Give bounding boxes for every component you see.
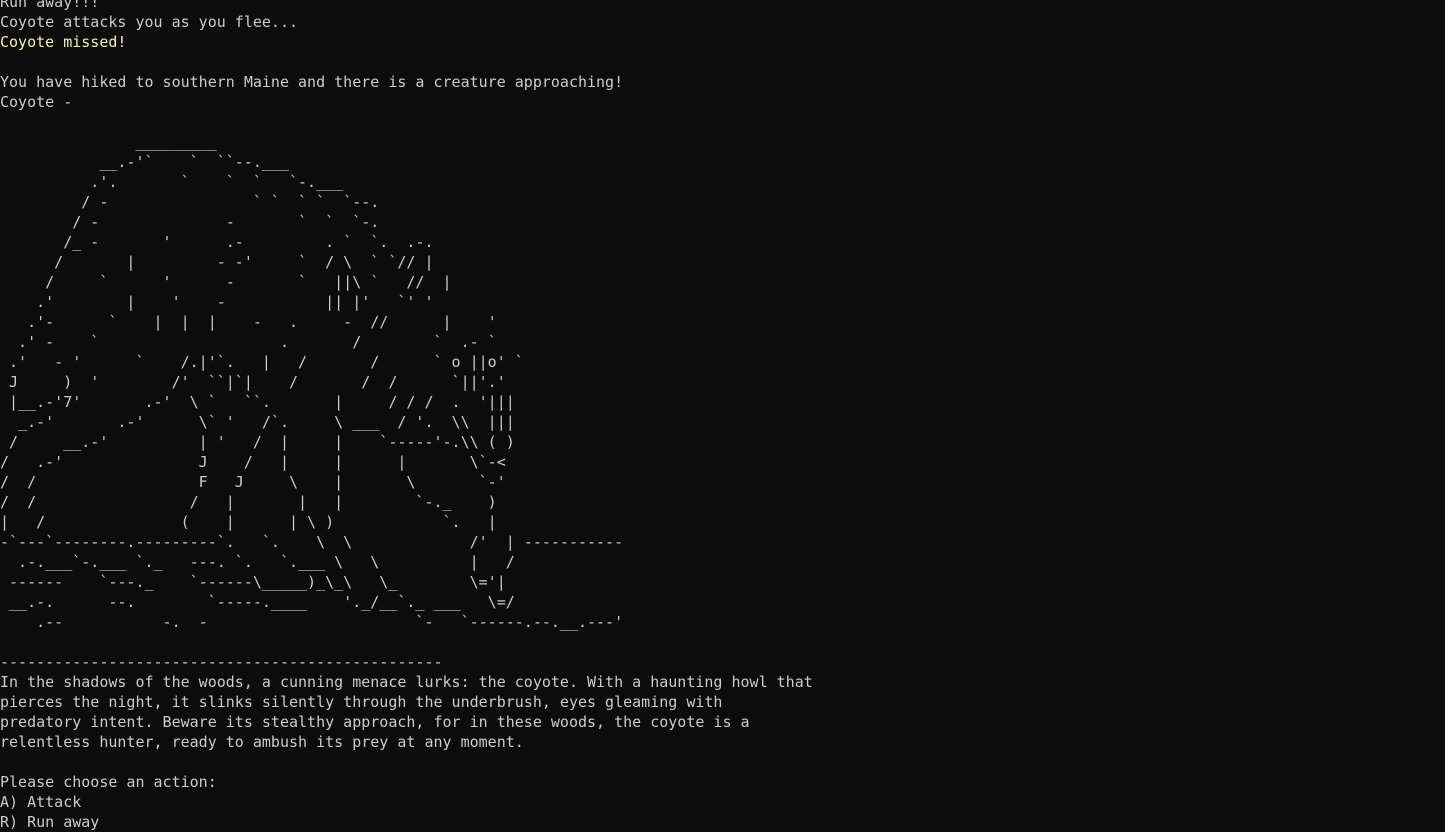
log-run-away: Run away!!! <box>0 0 100 11</box>
description-line: relentless hunter, ready to ambush its p… <box>0 733 524 751</box>
log-missed: Coyote missed! <box>0 33 127 51</box>
encounter-creature: Coyote - <box>0 93 73 111</box>
log-flee-attack: Coyote attacks you as you flee... <box>0 13 299 31</box>
encounter-location: You have hiked to southern Maine and the… <box>0 73 624 91</box>
description-line: pierces the night, it slinks silently th… <box>0 693 723 711</box>
option-run-away: R) Run away <box>0 813 100 831</box>
terminal-window[interactable]: Run away!!! Coyote attacks you as you fl… <box>0 0 1445 832</box>
option-attack: A) Attack <box>0 793 82 811</box>
separator-line: ----------------------------------------… <box>0 653 443 671</box>
coyote-ascii-art: _________ __.-'` ` ``--.___ .'. ` ` ` `-… <box>0 133 624 631</box>
description-line: In the shadows of the woods, a cunning m… <box>0 673 813 691</box>
action-prompt: Please choose an action: <box>0 773 217 791</box>
description-line: predatory intent. Beware its stealthy ap… <box>0 713 750 731</box>
